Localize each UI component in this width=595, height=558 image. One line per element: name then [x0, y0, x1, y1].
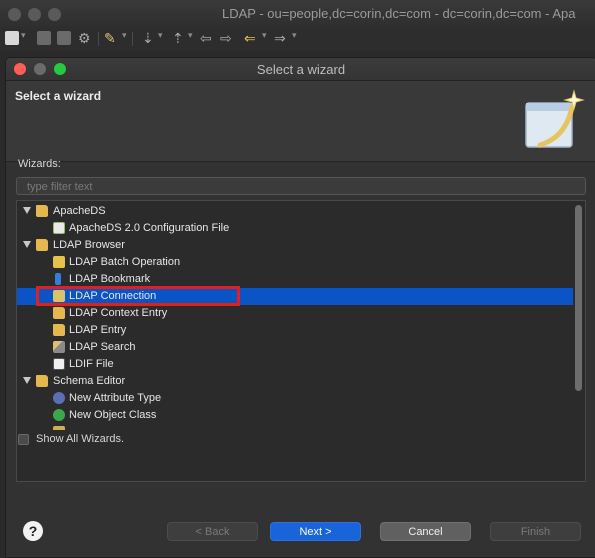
tree-item-apacheds-config-file[interactable]: ApacheDS 2.0 Configuration File	[17, 220, 573, 237]
help-button[interactable]: ?	[23, 521, 43, 541]
tree-item-new-object-class[interactable]: New Object Class	[17, 407, 573, 424]
main-minimize-light[interactable]	[28, 8, 41, 21]
tree-item-label: Schema Editor	[53, 375, 126, 387]
search-wand-icon	[53, 341, 65, 353]
back-arrow-icon[interactable]: ⇦	[200, 29, 212, 47]
bookmark-icon	[55, 273, 61, 285]
tree-item-ldap-connection[interactable]: LDAP Connection	[17, 288, 573, 305]
wand-dropdown-icon[interactable]: ▾	[122, 30, 127, 41]
tree-category-schema-editor[interactable]: Schema Editor	[17, 373, 573, 390]
tree-item-partial	[17, 424, 573, 430]
expand-twisty-icon[interactable]	[23, 207, 31, 214]
partial-item-icon	[53, 426, 65, 430]
folder-icon	[36, 375, 48, 387]
tree-item-ldap-search[interactable]: LDAP Search	[17, 339, 573, 356]
finish-button[interactable]: Finish	[490, 522, 581, 541]
folder-icon	[36, 205, 48, 217]
tree-category-apacheds[interactable]: ApacheDS	[17, 203, 573, 220]
tree-scrollbar[interactable]	[575, 205, 582, 391]
cancel-button[interactable]: Cancel	[380, 522, 471, 541]
main-zoom-light[interactable]	[48, 8, 61, 21]
batch-operation-icon	[53, 256, 65, 268]
new-icon[interactable]	[5, 31, 19, 45]
object-class-icon	[53, 409, 65, 421]
tree-item-ldif-file[interactable]: LDIF File	[17, 356, 573, 373]
tree-item-ldap-bookmark[interactable]: LDAP Bookmark	[17, 271, 573, 288]
tree-item-label: New Object Class	[69, 409, 157, 421]
ldif-file-icon	[53, 358, 65, 370]
tree-item-new-attribute-type[interactable]: New Attribute Type	[17, 390, 573, 407]
tree-item-label: LDAP Search	[69, 341, 136, 353]
tree-item-ldap-context-entry[interactable]: LDAP Context Entry	[17, 305, 573, 322]
save-icon[interactable]	[37, 31, 51, 45]
entry-icon	[53, 324, 65, 336]
tree-item-label: LDAP Bookmark	[69, 273, 151, 285]
tree-item-label: ApacheDS 2.0 Configuration File	[69, 222, 230, 234]
main-close-light[interactable]	[8, 8, 21, 21]
config-file-icon	[53, 222, 65, 234]
connection-icon	[53, 290, 65, 302]
forward-arrow-icon[interactable]: ⇨	[220, 29, 232, 47]
wizard-banner: Select a wizard	[6, 81, 595, 162]
show-all-wizards-checkbox[interactable]	[18, 434, 29, 445]
print-icon[interactable]	[57, 31, 71, 45]
annotation-dropdown-icon[interactable]: ▾	[158, 30, 163, 41]
forward-nav-icon[interactable]: ⇒	[274, 29, 286, 47]
filter-input[interactable]	[16, 177, 586, 195]
attribute-type-icon	[53, 392, 65, 404]
tree-item-label: LDAP Entry	[69, 324, 127, 336]
tree-item-ldap-batch-operation[interactable]: LDAP Batch Operation	[17, 254, 573, 271]
forward-nav-dropdown-icon[interactable]: ▾	[292, 30, 297, 41]
show-all-wizards-label: Show All Wizards.	[36, 433, 125, 445]
tree-item-label: LDAP Context Entry	[69, 307, 168, 319]
back-nav-icon[interactable]: ⇐	[244, 29, 256, 47]
last-edit-icon[interactable]: ⇡	[172, 29, 184, 47]
tree-category-ldap-browser[interactable]: LDAP Browser	[17, 237, 573, 254]
next-button[interactable]: Next >	[270, 522, 361, 541]
back-nav-dropdown-icon[interactable]: ▾	[262, 30, 267, 41]
wizard-banner-icon	[525, 89, 585, 148]
tree-item-label: LDIF File	[69, 358, 114, 370]
gear-icon[interactable]: ⚙	[78, 29, 91, 47]
dialog-titlebar: Select a wizard	[6, 58, 595, 81]
back-button[interactable]: < Back	[167, 522, 258, 541]
main-window-titlebar: LDAP - ou=people,dc=corin,dc=com - dc=co…	[0, 0, 595, 29]
toolbar-separator	[98, 32, 99, 46]
main-window-title: LDAP - ou=people,dc=corin,dc=com - dc=co…	[222, 6, 576, 21]
tree-item-ldap-entry[interactable]: LDAP Entry	[17, 322, 573, 339]
banner-title: Select a wizard	[15, 89, 102, 103]
annotation-icon[interactable]: ⇣	[142, 29, 154, 47]
tree-item-label: LDAP Batch Operation	[69, 256, 181, 268]
context-entry-icon	[53, 307, 65, 319]
select-wizard-dialog: Select a wizard Select a wizard Wizards:…	[5, 57, 595, 558]
expand-twisty-icon[interactable]	[23, 241, 31, 248]
expand-twisty-icon[interactable]	[23, 377, 31, 384]
tree-item-label: LDAP Browser	[53, 239, 125, 251]
tree-item-label: New Attribute Type	[69, 392, 162, 404]
wizards-label: Wizards:	[18, 158, 61, 170]
new-dropdown-icon[interactable]: ▾	[21, 30, 26, 41]
folder-icon	[36, 239, 48, 251]
dialog-title: Select a wizard	[256, 62, 346, 77]
main-toolbar: ▾ ⚙ ✎ ▾ ⇣ ▾ ⇡ ▾ ⇦ ⇨ ⇐ ▾ ⇒ ▾	[0, 28, 595, 50]
tree-item-label: LDAP Connection	[69, 290, 157, 302]
toolbar-separator	[132, 32, 133, 46]
wand-icon[interactable]: ✎	[104, 29, 116, 47]
tree-item-label: ApacheDS	[53, 205, 106, 217]
last-edit-dropdown-icon[interactable]: ▾	[188, 30, 193, 41]
